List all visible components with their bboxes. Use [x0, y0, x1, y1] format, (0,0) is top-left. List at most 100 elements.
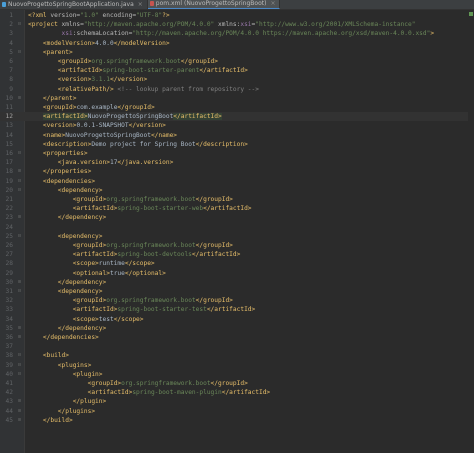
- code-token: version=: [50, 12, 81, 19]
- code-line[interactable]: 11 <groupId>com.example</groupId>: [0, 103, 474, 112]
- tab-application-java[interactable]: NuovoProgettoSpringBootApplication.java ×: [0, 0, 148, 9]
- code-line[interactable]: 15 <description>Demo project for Spring …: [0, 140, 474, 149]
- code-token: "http://maven.apache.org/POM/4.0.0 https…: [132, 30, 431, 38]
- code-line[interactable]: 17 <java.version>17</java.version>: [0, 158, 474, 167]
- fold-marker-icon[interactable]: ⊟: [17, 351, 22, 360]
- code-line[interactable]: 12 <artifactId>NuovoProgettoSpringBoot</…: [0, 112, 474, 122]
- code-line[interactable]: 8 <version>3.1.1</version>: [0, 75, 474, 84]
- fold-marker-icon[interactable]: ⊟: [17, 48, 22, 57]
- fold-marker-icon[interactable]: ⊟: [17, 149, 22, 158]
- code-editor[interactable]: 1 <?xml version="1.0" encoding="UTF-8"?> 2…: [0, 10, 474, 453]
- code-line[interactable]: 20 ⊟ <dependency>: [0, 186, 474, 195]
- code-text: <project xmlns="http://maven.apache.org/…: [28, 20, 474, 29]
- code-line[interactable]: 35 ⊞ </dependency>: [0, 324, 474, 333]
- code-line[interactable]: 32 <groupId>org.springframework.boot</gr…: [0, 296, 474, 305]
- code-line[interactable]: 2 ⊟ <project xmlns="http://maven.apache.or…: [0, 20, 474, 29]
- code-line[interactable]: 42 <artifactId>spring-boot-maven-plugin<…: [0, 388, 474, 397]
- code-line[interactable]: 31 ⊟ <dependency>: [0, 287, 474, 296]
- code-token: </plugin>: [28, 398, 107, 406]
- fold-marker-icon[interactable]: ⊟: [17, 177, 22, 186]
- code-line[interactable]: 36 ⊞ </dependencies>: [0, 333, 474, 342]
- code-token: </artifactId>: [173, 113, 222, 121]
- fold-marker-icon[interactable]: ⊟: [17, 186, 22, 195]
- fold-marker-icon[interactable]: ⊟: [17, 20, 22, 29]
- code-token: <artifactId>: [28, 389, 133, 397]
- code-line[interactable]: 28 <scope>runtime</scope>: [0, 259, 474, 268]
- line-number: 22: [5, 205, 13, 213]
- fold-marker-icon[interactable]: ⊞: [17, 167, 22, 176]
- code-line[interactable]: 23 ⊞ </dependency>: [0, 213, 474, 222]
- code-line[interactable]: 7 <artifactId>spring-boot-starter-parent…: [0, 66, 474, 75]
- code-line[interactable]: 44 ⊞ </plugins>: [0, 407, 474, 416]
- code-line[interactable]: 21 <groupId>org.springframework.boot</gr…: [0, 195, 474, 204]
- code-line[interactable]: 19 ⊟ <dependencies>: [0, 177, 474, 186]
- fold-marker-icon[interactable]: ⊞: [17, 213, 22, 222]
- code-line[interactable]: 3 xsi:schemaLocation="http://maven.apach…: [0, 29, 474, 38]
- line-number: 36: [5, 334, 13, 341]
- tab-label: pom.xml (NuovoProgettoSpringBoot): [155, 0, 267, 7]
- code-line[interactable]: 37: [0, 342, 474, 351]
- code-line[interactable]: 16 ⊟ <properties>: [0, 149, 474, 158]
- fold-marker-icon[interactable]: ⊟: [17, 361, 22, 370]
- tab-pom-xml[interactable]: pom.xml (NuovoProgettoSpringBoot) ×: [147, 0, 281, 9]
- code-token: <scope>: [28, 260, 99, 268]
- fold-marker-icon[interactable]: ⊞: [17, 397, 22, 406]
- code-line[interactable]: 38 ⊟ <build>: [0, 351, 474, 360]
- code-token: <plugins>: [28, 361, 92, 369]
- code-token: </artifactId>: [203, 205, 252, 213]
- code-text: <artifactId>spring-boot-starter-parent</…: [28, 66, 474, 75]
- code-line[interactable]: 26 <groupId>org.springframework.boot</gr…: [0, 241, 474, 250]
- code-line[interactable]: 10 ⊞ </parent>: [0, 94, 474, 103]
- code-line[interactable]: 45 ⊞ </build>: [0, 416, 474, 425]
- fold-marker-icon[interactable]: ⊟: [17, 232, 22, 241]
- line-number: 31: [5, 288, 13, 295]
- fold-marker-icon[interactable]: ⊟: [17, 287, 22, 296]
- code-line[interactable]: 33 <artifactId>spring-boot-starter-test<…: [0, 305, 474, 314]
- code-text: </plugins>: [28, 407, 474, 416]
- close-tab-icon[interactable]: ×: [270, 0, 275, 8]
- fold-marker-icon[interactable]: ⊞: [17, 324, 22, 333]
- code-line[interactable]: 34 <scope>test</scope>: [0, 315, 474, 324]
- code-line[interactable]: 13 <version>0.0.1-SNAPSHOT</version>: [0, 121, 474, 130]
- code-text: <parent>: [28, 48, 474, 57]
- code-line[interactable]: 24: [0, 223, 474, 232]
- code-line[interactable]: 27 <artifactId>spring-boot-devtools</art…: [0, 250, 474, 259]
- code-token: <groupId>: [28, 297, 107, 305]
- code-line[interactable]: 4 <modelVersion>4.0.0</modelVersion>: [0, 39, 474, 48]
- code-token: </build>: [28, 416, 73, 424]
- code-line[interactable]: 14 <name>NuovoProgettoSpringBoot</name>: [0, 131, 474, 140]
- code-line[interactable]: 30 ⊞ </dependency>: [0, 278, 474, 287]
- line-number: 43: [5, 398, 13, 406]
- fold-marker-icon[interactable]: ⊟: [17, 370, 22, 379]
- code-line[interactable]: 39 ⊟ <plugins>: [0, 361, 474, 370]
- code-line[interactable]: 29 <optional>true</optional>: [0, 269, 474, 278]
- code-token: <dependencies>: [28, 177, 96, 185]
- fold-marker-icon[interactable]: ⊞: [17, 94, 22, 103]
- code-line[interactable]: 22 <artifactId>spring-boot-starter-web</…: [0, 204, 474, 213]
- code-line[interactable]: 40 ⊟ <plugin>: [0, 370, 474, 379]
- code-line[interactable]: 43 ⊞ </plugin>: [0, 397, 474, 406]
- close-tab-icon[interactable]: ×: [138, 0, 143, 9]
- code-token: <modelVersion>: [28, 39, 96, 47]
- code-line[interactable]: 5 ⊟ <parent>: [0, 48, 474, 57]
- code-token: xsi: [61, 30, 73, 38]
- code-token: <?xml: [28, 12, 51, 19]
- code-token: </name>: [150, 131, 178, 139]
- error-stripe[interactable]: [468, 10, 474, 453]
- code-line[interactable]: 9 <relativePath/> <!-- lookup parent fro…: [0, 85, 474, 94]
- code-line[interactable]: 25 ⊟ <dependency>: [0, 232, 474, 241]
- fold-marker-icon[interactable]: ⊞: [17, 278, 22, 287]
- line-number: 1: [9, 12, 13, 19]
- code-line[interactable]: 41 <groupId>org.springframework.boot</gr…: [0, 379, 474, 388]
- code-text: <artifactId>spring-boot-starter-test</ar…: [28, 305, 474, 314]
- inspection-ok-icon[interactable]: [469, 12, 473, 16]
- line-number: 44: [5, 407, 13, 415]
- code-line[interactable]: 6 <groupId>org.springframework.boot</gro…: [0, 57, 474, 66]
- fold-marker-icon[interactable]: ⊞: [17, 333, 22, 342]
- code-token: :schemaLocation=: [72, 30, 133, 38]
- code-line[interactable]: 1 <?xml version="1.0" encoding="UTF-8"?>: [0, 11, 474, 20]
- fold-marker-icon[interactable]: ⊞: [17, 416, 22, 425]
- code-line[interactable]: 18 ⊞ </properties>: [0, 167, 474, 176]
- fold-marker-icon[interactable]: ⊞: [17, 407, 22, 416]
- code-token: </description>: [195, 140, 248, 148]
